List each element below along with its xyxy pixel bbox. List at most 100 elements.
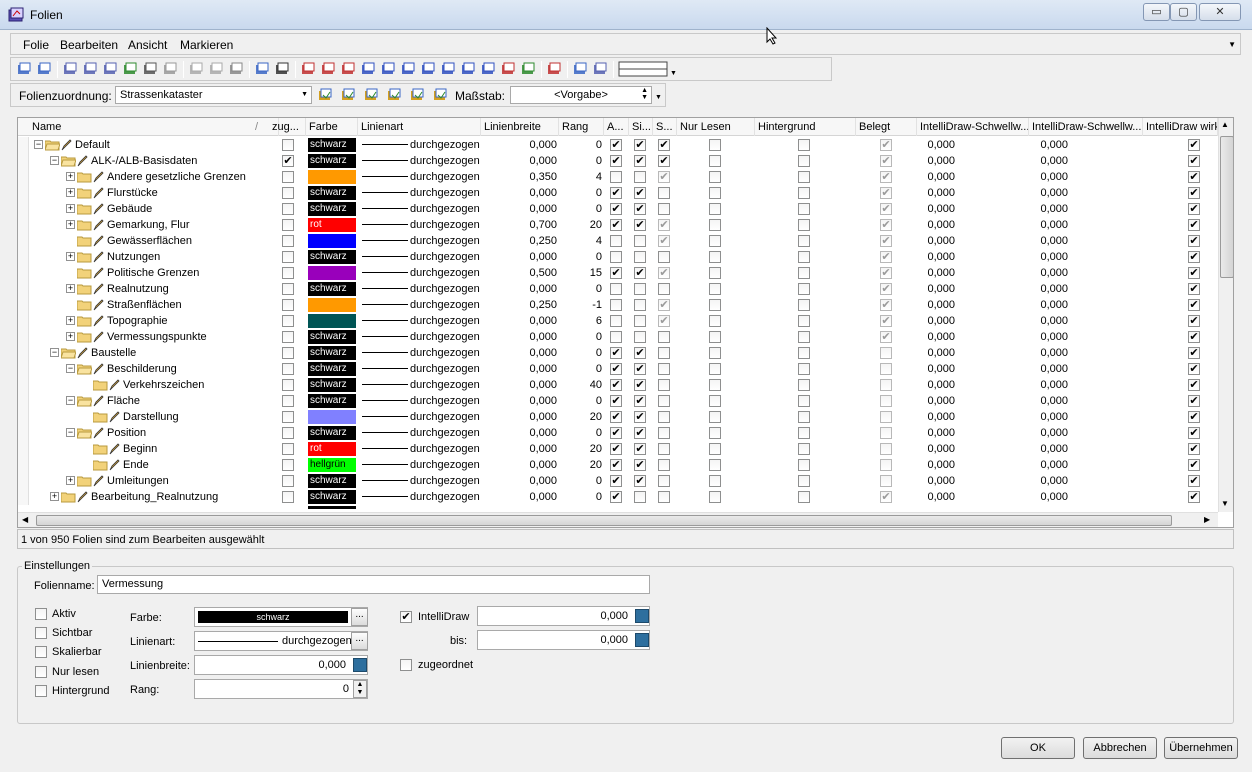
background-checkbox[interactable] [798, 139, 810, 151]
visible-checkbox[interactable]: ✔ [634, 459, 646, 471]
assign-copy-icon[interactable] [363, 87, 381, 104]
layer-b-icon[interactable] [320, 61, 338, 78]
scalable-checkbox[interactable] [658, 203, 670, 215]
menu-markieren[interactable]: Markieren [180, 38, 233, 52]
assigned-checkbox[interactable] [282, 491, 294, 503]
table-row[interactable]: Beginn rot durchgezogen 0,000 20 ✔ ✔ 0,000 0,000… [18, 441, 1218, 457]
intellidraw-effective-checkbox[interactable]: ✔ [1188, 139, 1200, 151]
scalable-checkbox[interactable] [658, 459, 670, 471]
intellidraw-effective-checkbox[interactable]: ✔ [1188, 171, 1200, 183]
table-row[interactable]: + Bearbeitung_Realnutzung schwarz durchgezo… [18, 489, 1218, 505]
visible-checkbox[interactable] [634, 315, 646, 327]
vertical-scrollbar[interactable]: ▲ ▼ [1218, 118, 1233, 512]
assigned-checkbox[interactable] [282, 283, 294, 295]
print-icon[interactable] [142, 61, 160, 78]
expand-icon[interactable]: + [66, 188, 75, 197]
table-row[interactable]: Verkehrszeichen schwarz durchgezogen 0,000 4… [18, 377, 1218, 393]
assigned-checkbox[interactable] [282, 203, 294, 215]
occupied-checkbox[interactable]: ✔ [880, 491, 892, 503]
collapse-icon[interactable]: − [66, 396, 75, 405]
expand-icon[interactable]: + [66, 476, 75, 485]
background-checkbox[interactable] [798, 315, 810, 327]
assigned-checkbox[interactable] [282, 251, 294, 263]
active-checkbox[interactable] [610, 331, 622, 343]
copy-icon[interactable] [208, 61, 226, 78]
occupied-checkbox[interactable]: ✔ [880, 299, 892, 311]
cut-icon[interactable] [188, 61, 206, 78]
intellidraw-effective-checkbox[interactable]: ✔ [1188, 315, 1200, 327]
expand-icon[interactable]: + [66, 220, 75, 229]
cancel-button[interactable]: Abbrechen [1083, 737, 1157, 759]
assigned-checkbox[interactable] [282, 347, 294, 359]
readonly-checkbox[interactable] [709, 219, 721, 231]
linienbreite-input[interactable]: 0,000 [194, 655, 368, 675]
refresh-icon[interactable] [572, 61, 590, 78]
properties-icon[interactable] [254, 61, 272, 78]
visible-checkbox[interactable] [634, 235, 646, 247]
occupied-checkbox[interactable]: ✔ [880, 139, 892, 151]
assigned-checkbox[interactable] [282, 235, 294, 247]
active-checkbox[interactable]: ✔ [610, 363, 622, 375]
calculator-icon[interactable] [635, 609, 649, 623]
farbe-field[interactable]: schwarz [194, 607, 368, 627]
active-checkbox[interactable]: ✔ [610, 203, 622, 215]
intellidraw-effective-checkbox[interactable]: ✔ [1188, 363, 1200, 375]
table-row[interactable]: − Position schwarz durchgezogen 0,000 0 ✔ ✔ 0,00… [18, 425, 1218, 441]
spin-icon[interactable]: ▲ ▼ [641, 87, 648, 101]
visible-checkbox[interactable]: ✔ [634, 379, 646, 391]
expand-icon[interactable]: + [66, 316, 75, 325]
active-checkbox[interactable]: ✔ [610, 459, 622, 471]
layer-move-icon[interactable] [500, 61, 518, 78]
assigned-checkbox[interactable] [282, 331, 294, 343]
select-icon[interactable] [546, 61, 564, 78]
assigned-checkbox[interactable] [282, 475, 294, 487]
active-checkbox[interactable]: ✔ [610, 347, 622, 359]
maximize-button[interactable]: ▢ [1170, 3, 1197, 21]
background-checkbox[interactable] [798, 283, 810, 295]
table-row[interactable]: + Realnutzung schwarz durchgezogen 0,000 0 ✔ 0,… [18, 281, 1218, 297]
column-header[interactable]: Si... [629, 118, 653, 136]
readonly-checkbox[interactable] [709, 347, 721, 359]
intellidraw-checkbox[interactable]: ✔ [400, 611, 412, 623]
readonly-checkbox[interactable] [709, 331, 721, 343]
active-checkbox[interactable]: ✔ [610, 443, 622, 455]
assigned-checkbox[interactable] [282, 411, 294, 423]
collapse-icon[interactable]: − [66, 428, 75, 437]
layer-new-icon[interactable] [16, 61, 34, 78]
color-swatch[interactable]: schwarz [308, 154, 356, 168]
folienname-input[interactable]: Vermessung [97, 575, 650, 594]
expand-icon[interactable]: + [66, 332, 75, 341]
visible-checkbox[interactable] [634, 331, 646, 343]
readonly-checkbox[interactable] [709, 235, 721, 247]
visible-checkbox[interactable]: ✔ [634, 395, 646, 407]
background-checkbox[interactable] [798, 251, 810, 263]
visible-checkbox[interactable]: ✔ [634, 475, 646, 487]
assigned-checkbox[interactable] [282, 219, 294, 231]
background-checkbox[interactable] [798, 219, 810, 231]
occupied-checkbox[interactable] [880, 379, 892, 391]
intellidraw-effective-checkbox[interactable]: ✔ [1188, 395, 1200, 407]
readonly-checkbox[interactable] [709, 251, 721, 263]
table-row[interactable]: + Vermessungspunkte schwarz durchgezogen 0,0… [18, 329, 1218, 345]
expand-icon[interactable]: + [66, 284, 75, 293]
intellidraw-input[interactable]: 0,000 [477, 606, 650, 626]
apply-button[interactable]: Übernehmen [1164, 737, 1238, 759]
collapse-icon[interactable]: − [34, 140, 43, 149]
scalable-checkbox[interactable]: ✔ [658, 155, 670, 167]
occupied-checkbox[interactable]: ✔ [880, 171, 892, 183]
scalable-checkbox[interactable] [658, 251, 670, 263]
aktiv-checkbox[interactable] [35, 608, 47, 620]
collapse-icon[interactable]: − [66, 364, 75, 373]
active-checkbox[interactable]: ✔ [610, 139, 622, 151]
assigned-checkbox[interactable] [282, 299, 294, 311]
readonly-checkbox[interactable] [709, 411, 721, 423]
column-header[interactable]: Linienbreite [481, 118, 559, 136]
intellidraw-effective-checkbox[interactable]: ✔ [1188, 475, 1200, 487]
column-header[interactable]: Hintergrund [755, 118, 856, 136]
scalable-checkbox[interactable] [658, 491, 670, 503]
occupied-checkbox[interactable]: ✔ [880, 219, 892, 231]
scalable-checkbox[interactable]: ✔ [658, 219, 670, 231]
intellidraw-effective-checkbox[interactable]: ✔ [1188, 347, 1200, 359]
background-checkbox[interactable] [798, 331, 810, 343]
table-row[interactable]: − Fläche schwarz durchgezogen 0,000 0 ✔ ✔ 0,000 0… [18, 393, 1218, 409]
